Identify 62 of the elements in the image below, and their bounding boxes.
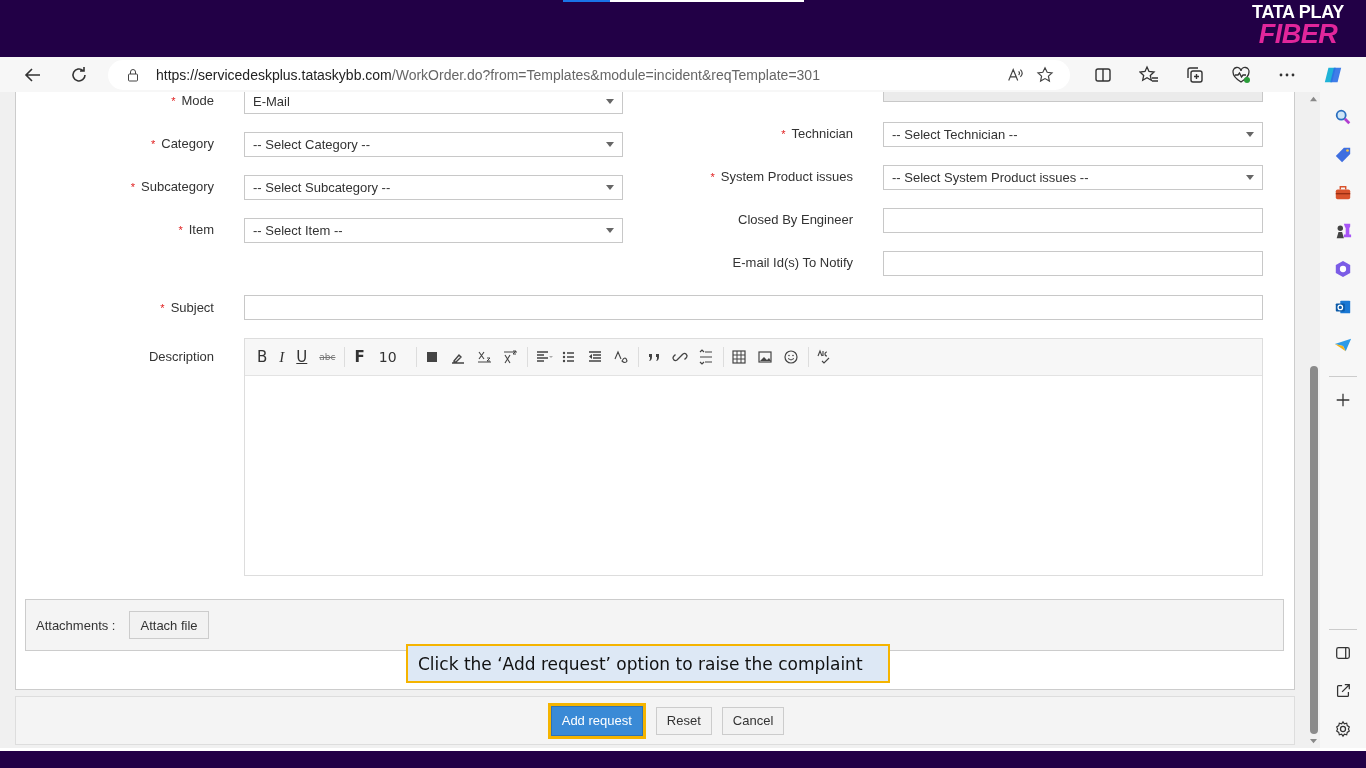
field-label: Technician (791, 126, 853, 141)
collections-icon[interactable] (1185, 64, 1205, 85)
scroll-up-icon[interactable] (1309, 95, 1318, 102)
format-button[interactable]: U (290, 348, 314, 366)
add-request-button[interactable]: Add request (550, 705, 643, 736)
hexagon-icon[interactable] (1334, 260, 1352, 278)
sidebar-icon[interactable] (1334, 644, 1352, 662)
dropdown[interactable]: -- Select Technician -- (883, 122, 1263, 147)
subject-field[interactable] (244, 295, 1263, 320)
star-icon[interactable] (1036, 65, 1054, 84)
reload-icon[interactable] (69, 64, 89, 85)
heart-pulse-icon[interactable] (1231, 64, 1251, 85)
attach-file-button[interactable]: Attach file (129, 611, 209, 639)
paper-plane-icon[interactable] (1334, 336, 1352, 354)
dropdown[interactable]: -- Select System Product issues -- (883, 165, 1263, 190)
attachments-label: Attachments : (36, 617, 116, 633)
field-label: Subcategory (141, 179, 214, 194)
input-field[interactable] (883, 251, 1263, 276)
required-asterisk: * (150, 137, 156, 150)
dropdown[interactable]: -- Select Category -- (244, 132, 623, 157)
tag-icon[interactable] (1334, 146, 1352, 164)
required-asterisk: * (710, 170, 715, 183)
search-icon[interactable] (1334, 108, 1352, 126)
favorites-icon[interactable] (1139, 64, 1159, 85)
toolbox-icon[interactable] (1334, 184, 1352, 202)
font-size-dropdown[interactable]: 10 (370, 349, 413, 365)
required-asterisk: * (178, 223, 183, 236)
mail-icon[interactable] (1334, 298, 1352, 316)
format-button[interactable]: B (251, 348, 274, 366)
field-label: Subject (170, 300, 214, 315)
dropdown[interactable]: E-Mail (244, 92, 623, 114)
brand-logo: TATA PLAY FIBER (1252, 3, 1344, 48)
settings-icon[interactable] (1334, 720, 1352, 738)
scroll-thumb[interactable] (1309, 366, 1318, 734)
description-editor[interactable]: B I U abc F 10 (244, 338, 1263, 576)
field-label: Description (148, 348, 214, 364)
format-button[interactable]: I (273, 348, 291, 366)
required-asterisk: * (130, 180, 135, 193)
required-asterisk: * (781, 127, 786, 140)
field-label: E-mail Id(s) To Notify (732, 255, 853, 270)
lock-icon (126, 67, 140, 82)
url-text: https://servicedeskplus.tataskybb.com/WorkOrder.do?from=Templates&module=incident&reqTemplate=301 (156, 66, 821, 83)
required-asterisk: * (160, 301, 165, 314)
scroll-down-icon[interactable] (1309, 738, 1318, 745)
cancel-button[interactable]: Cancel (721, 706, 785, 735)
format-button[interactable]: F (348, 348, 371, 366)
field-label: Item (188, 222, 214, 237)
address-bar[interactable]: https://servicedeskplus.tataskybb.com/WorkOrder.do?from=Templates&module=incident&reqTemplate=301 (108, 59, 1070, 90)
field-label: System Product issues (720, 169, 853, 184)
format-button[interactable]: abc (313, 352, 342, 362)
field-label: Category (161, 136, 214, 151)
instruction-callout: Click the ‘Add request’ option to raise the complaint (406, 644, 890, 683)
add-icon[interactable] (1334, 391, 1352, 409)
dropdown[interactable]: -- Select Item -- (244, 218, 623, 243)
field-label: Closed By Engineer (738, 212, 853, 227)
chess-icon[interactable] (1334, 222, 1352, 240)
required-asterisk: * (171, 94, 176, 107)
external-link-icon[interactable] (1334, 682, 1352, 700)
input-field[interactable] (883, 208, 1263, 233)
reset-button[interactable]: Reset (655, 706, 712, 735)
field-label: Mode (181, 93, 214, 108)
dropdown[interactable]: -- Select Subcategory -- (244, 175, 623, 200)
